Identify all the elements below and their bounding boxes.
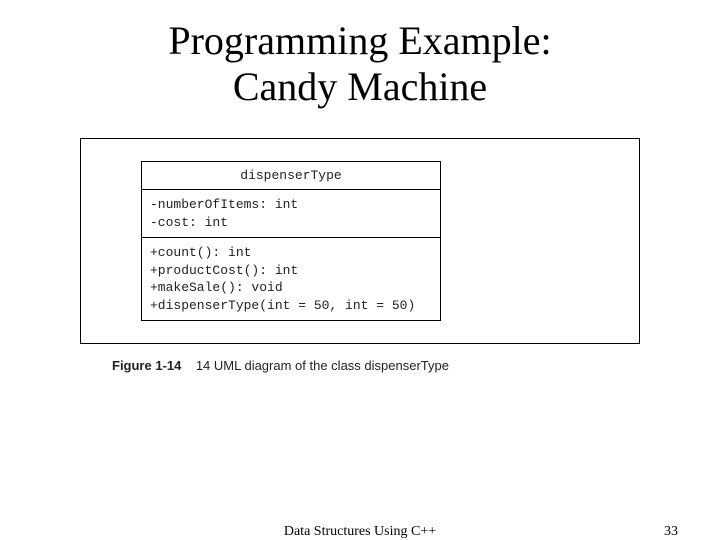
uml-attribute: -numberOfItems: int xyxy=(150,196,432,214)
uml-attributes: -numberOfItems: int -cost: int xyxy=(142,190,440,238)
page-number: 33 xyxy=(664,524,678,540)
figure-frame: dispenserType -numberOfItems: int -cost:… xyxy=(80,138,640,344)
title-line-2: Candy Machine xyxy=(233,64,487,109)
uml-operation: +count(): int xyxy=(150,244,432,262)
figure-caption: Figure 1-14 14 UML diagram of the class … xyxy=(112,358,680,373)
footer-center-text: Data Structures Using C++ xyxy=(284,524,436,540)
slide-title: Programming Example: Candy Machine xyxy=(40,18,680,110)
uml-class-box: dispenserType -numberOfItems: int -cost:… xyxy=(141,161,441,321)
slide: Programming Example: Candy Machine dispe… xyxy=(0,0,720,540)
uml-operation: +makeSale(): void xyxy=(150,279,432,297)
uml-operation: +productCost(): int xyxy=(150,262,432,280)
uml-attribute: -cost: int xyxy=(150,214,432,232)
figure-caption-text: 14 UML diagram of the class dispenserTyp… xyxy=(196,358,449,373)
figure-label: Figure 1-14 xyxy=(112,358,181,373)
title-line-1: Programming Example: xyxy=(168,18,551,63)
uml-class-name: dispenserType xyxy=(142,162,440,190)
uml-operations: +count(): int +productCost(): int +makeS… xyxy=(142,238,440,320)
uml-operation: +dispenserType(int = 50, int = 50) xyxy=(150,297,432,315)
